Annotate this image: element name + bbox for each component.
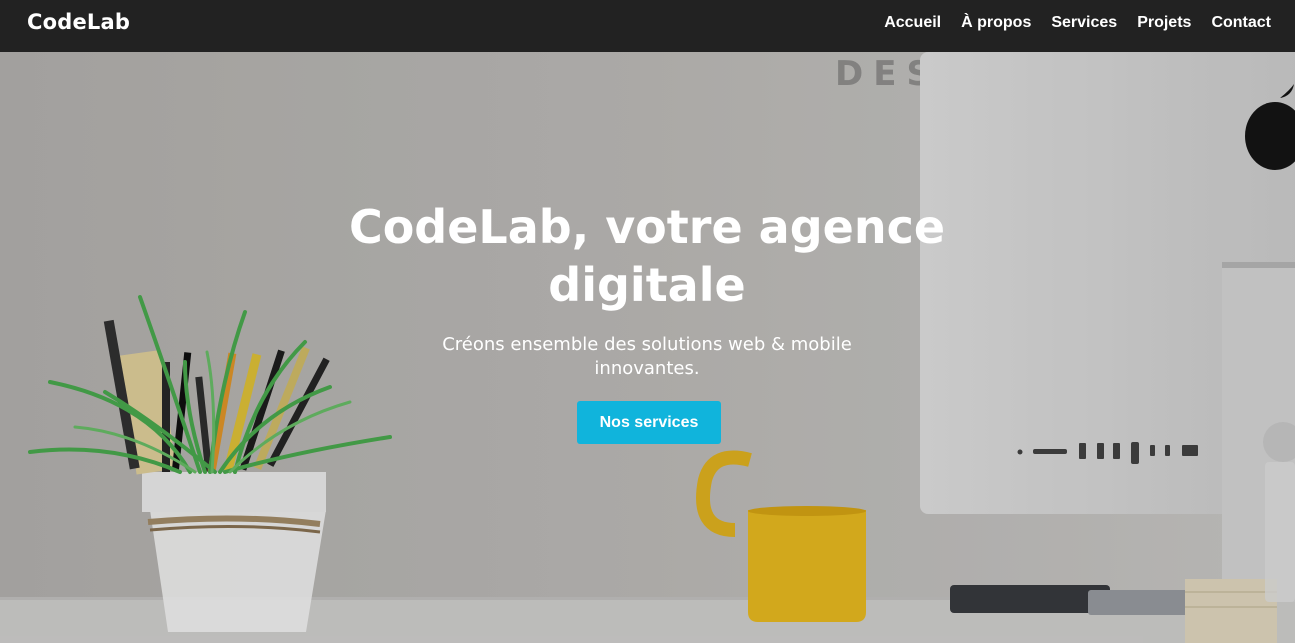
- nav-links: Accueil À propos Services Projets Contac…: [864, 13, 1271, 33]
- nav-link-projets[interactable]: Projets: [1137, 13, 1191, 33]
- hero-subtitle: Créons ensemble des solutions web & mobi…: [442, 334, 852, 379]
- nav-link-contact[interactable]: Contact: [1211, 13, 1271, 33]
- nav-link-accueil[interactable]: Accueil: [884, 13, 941, 33]
- navbar: CodeLab Accueil À propos Services Projet…: [0, 0, 1295, 52]
- nos-services-button[interactable]: Nos services: [577, 401, 721, 444]
- nav-link-services[interactable]: Services: [1051, 13, 1117, 33]
- brand-logo[interactable]: CodeLab: [27, 10, 130, 34]
- hero-section: DES CodeLab, votre agence digitale Créon…: [0, 52, 1295, 643]
- hero-title: CodeLab, votre agence digitale: [348, 200, 946, 312]
- nav-link-a-propos[interactable]: À propos: [961, 13, 1031, 33]
